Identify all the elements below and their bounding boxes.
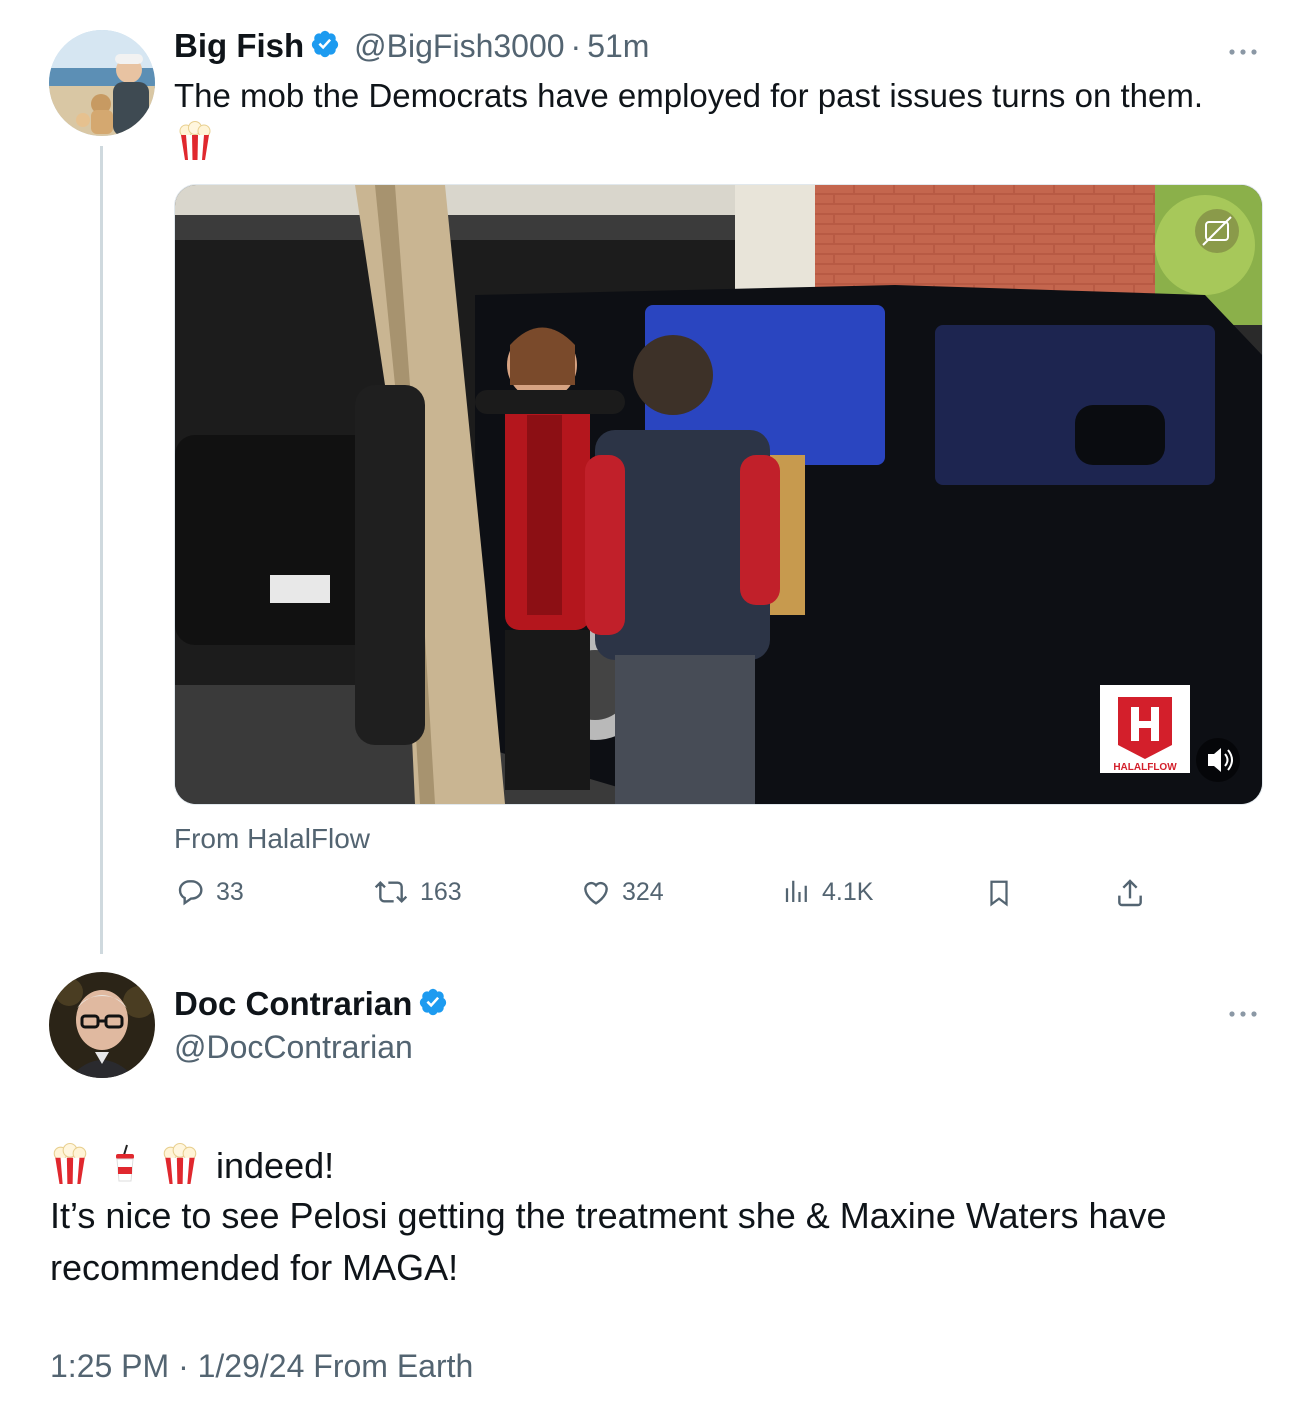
separator-dot: · [570,28,582,64]
reply-icon [174,876,206,908]
bookmark-icon [984,876,1014,910]
more-options-icon[interactable] [1228,30,1258,64]
avatar-doc-contrarian[interactable] [49,972,155,1078]
more-options-icon[interactable] [1228,992,1258,1026]
view-count: 4.1K [822,877,874,906]
soda-cup-icon [110,1143,140,1190]
avatar-big-fish[interactable] [49,30,155,136]
repost-count: 163 [420,877,462,906]
tweet1-header: Big Fish @BigFish3000 · 51m [174,26,649,66]
tweet1-video[interactable]: HALALFLOW [174,184,1263,805]
like-button[interactable]: 324 [580,876,664,908]
popcorn-icon [52,1142,88,1190]
like-count: 324 [622,877,664,906]
halalflow-logo-text: HALALFLOW [1113,762,1177,773]
reply-line-1-text: indeed! [216,1145,335,1186]
author-handle[interactable]: @BigFish3000 [354,26,564,66]
share-button[interactable] [1114,876,1146,910]
media-source-link[interactable]: From HalalFlow [174,823,370,855]
bookmark-button[interactable] [984,876,1014,910]
tweet2-header: Doc Contrarian [174,984,448,1024]
reply-count: 33 [216,877,244,906]
tweet2-line1: indeed! [52,1140,334,1192]
repost-icon [372,876,410,908]
reply-button[interactable]: 33 [174,876,244,908]
verified-badge-icon [418,987,448,1022]
reply-line-3-text: recommended for MAGA! [50,1247,459,1288]
share-icon [1114,876,1146,910]
author-name[interactable]: Big Fish [174,26,304,66]
author-name[interactable]: Doc Contrarian [174,984,412,1024]
verified-badge-icon [310,29,340,64]
views-button[interactable]: 4.1K [782,876,873,908]
heart-icon [580,876,612,908]
author-handle[interactable]: @DocContrarian [174,1027,413,1067]
popcorn-icon [178,121,212,166]
tweet-time[interactable]: 51m [587,26,649,66]
reply-line-2-text: It’s nice to see Pelosi getting the trea… [50,1195,1167,1236]
thread-connector-line [100,146,103,954]
repost-button[interactable]: 163 [372,876,462,908]
tweet1-text: The mob the Democrats have employed for … [174,77,1203,114]
popcorn-icon [162,1142,198,1190]
tweet-timestamp[interactable]: 1:25 PM · 1/29/24 From Earth [50,1348,473,1385]
analytics-icon [782,876,812,908]
